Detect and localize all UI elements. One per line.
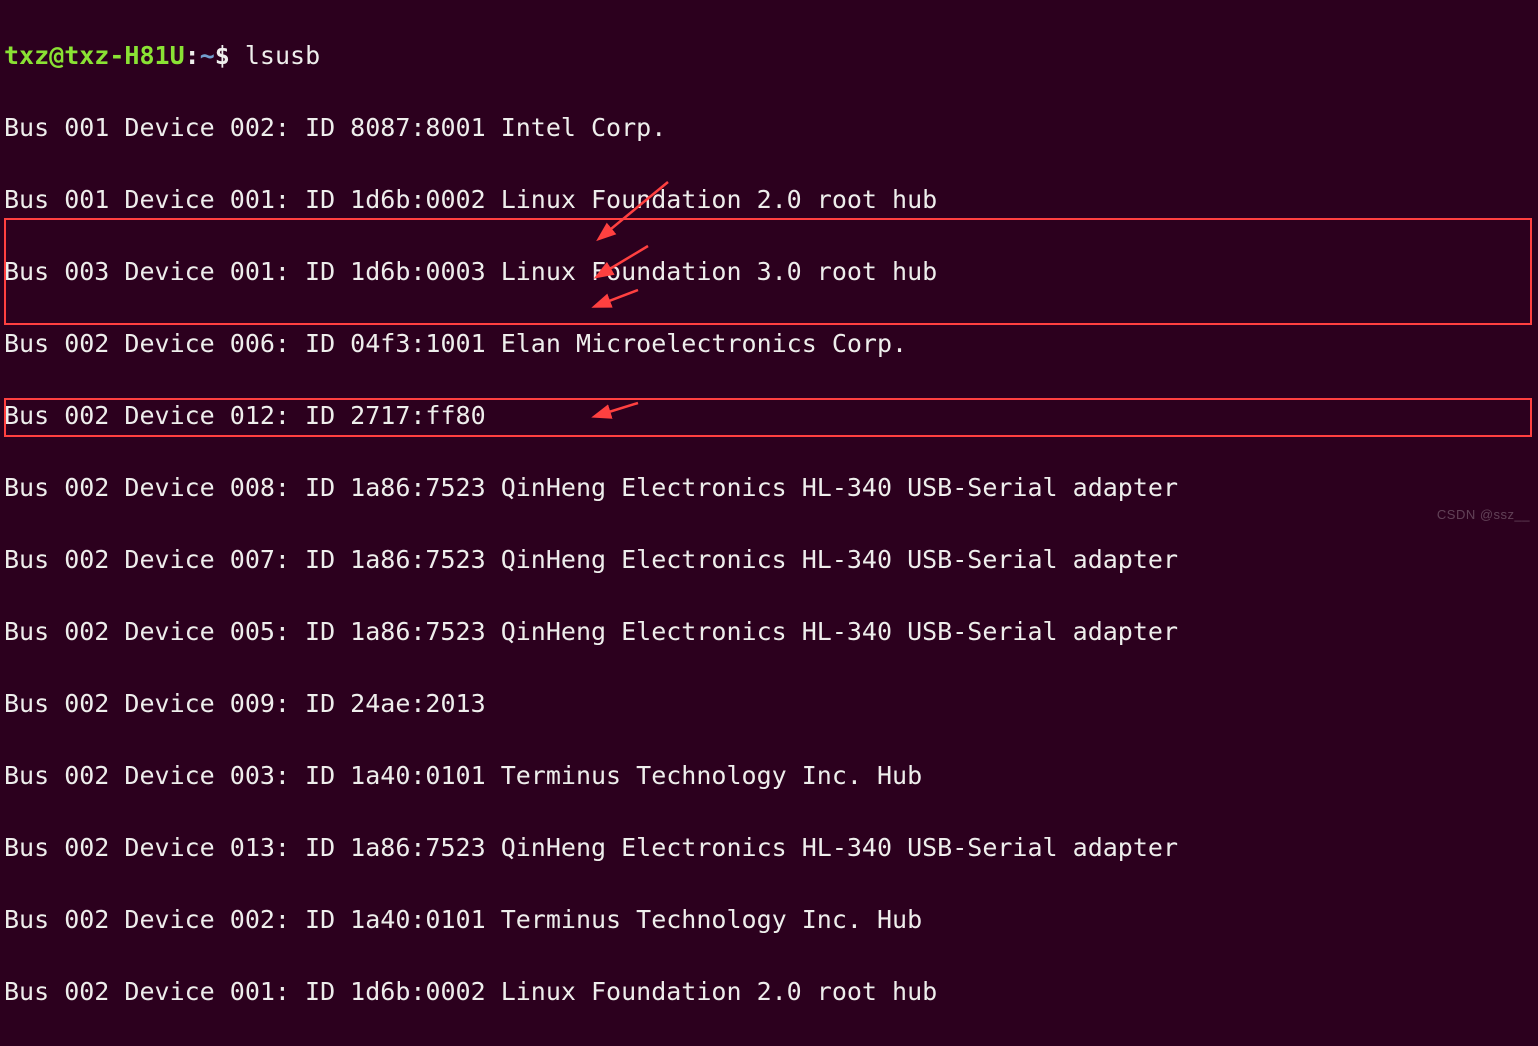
- output-line: Bus 002 Device 002: ID 1a40:0101 Terminu…: [4, 902, 1534, 938]
- output-line: Bus 002 Device 003: ID 1a40:0101 Terminu…: [4, 758, 1534, 794]
- output-line: Bus 002 Device 012: ID 2717:ff80: [4, 398, 1534, 434]
- output-line: Bus 002 Device 001: ID 1d6b:0002 Linux F…: [4, 974, 1534, 1010]
- prompt-sep2: $: [215, 41, 245, 70]
- output-line: Bus 002 Device 005: ID 1a86:7523 QinHeng…: [4, 614, 1534, 650]
- output-line: Bus 001 Device 002: ID 8087:8001 Intel C…: [4, 110, 1534, 146]
- output-line: Bus 002 Device 008: ID 1a86:7523 QinHeng…: [4, 470, 1534, 506]
- prompt-user: txz@txz-H81U: [4, 41, 185, 70]
- output-line: Bus 002 Device 013: ID 1a86:7523 QinHeng…: [4, 830, 1534, 866]
- prompt-path: ~: [200, 41, 215, 70]
- output-line: Bus 001 Device 001: ID 1d6b:0002 Linux F…: [4, 182, 1534, 218]
- output-line: Bus 002 Device 007: ID 1a86:7523 QinHeng…: [4, 542, 1534, 578]
- watermark-text: CSDN @ssz__: [1437, 497, 1530, 533]
- prompt-line: txz@txz-H81U:~$ lsusb: [4, 38, 1534, 74]
- prompt-sep1: :: [185, 41, 200, 70]
- output-line: Bus 003 Device 001: ID 1d6b:0003 Linux F…: [4, 254, 1534, 290]
- output-line: Bus 002 Device 009: ID 24ae:2013: [4, 686, 1534, 722]
- output-line: Bus 002 Device 006: ID 04f3:1001 Elan Mi…: [4, 326, 1534, 362]
- command-text: lsusb: [245, 41, 320, 70]
- terminal-output[interactable]: txz@txz-H81U:~$ lsusb Bus 001 Device 002…: [0, 0, 1538, 1046]
